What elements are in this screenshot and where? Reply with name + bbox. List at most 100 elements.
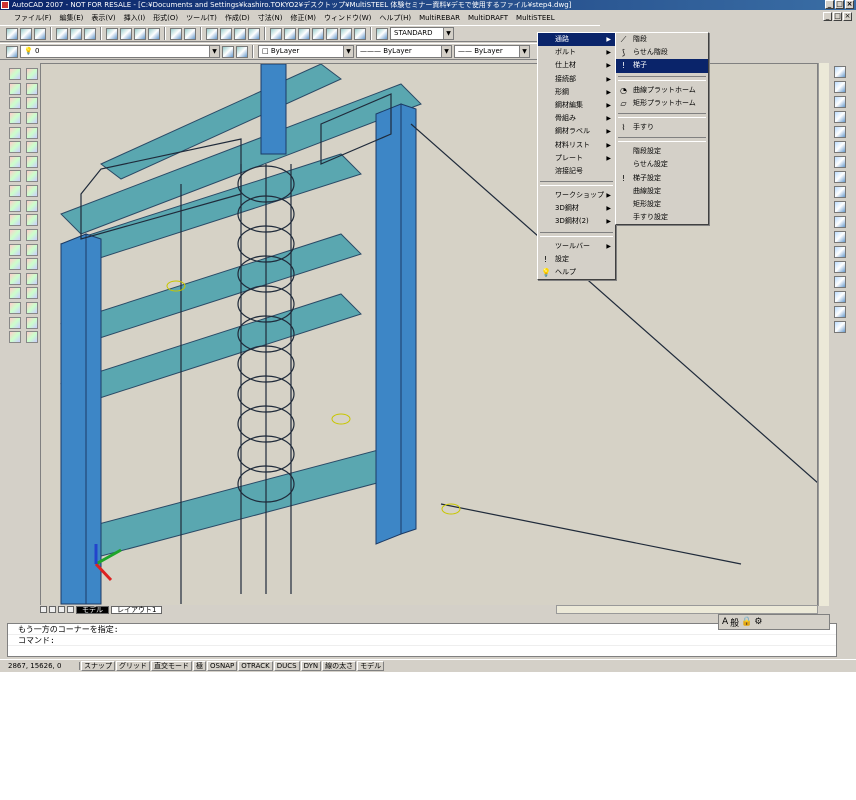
submenu-item-spiral-settings[interactable]: らせん設定 — [616, 158, 708, 171]
submenu-item-rect-platform[interactable]: ▱ 矩形プラットホーム — [616, 97, 708, 110]
menu-item-frame[interactable]: 骨組み ▶ — [538, 112, 615, 125]
doc-close-button[interactable]: × — [843, 12, 852, 21]
spline-icon[interactable] — [9, 185, 21, 197]
open-icon[interactable] — [20, 27, 32, 40]
save-icon[interactable] — [34, 27, 46, 40]
sheet-set-icon[interactable] — [312, 27, 324, 40]
menu-item-3d-steel[interactable]: 3D鋼材 ▶ — [538, 202, 615, 215]
redo-icon[interactable] — [184, 27, 196, 40]
steel-beam-icon[interactable] — [26, 316, 38, 329]
table-icon[interactable] — [9, 316, 21, 329]
menu-multidraft[interactable]: MultiDRAFT — [464, 12, 512, 24]
ducs-toggle[interactable]: DUCS — [273, 660, 300, 671]
steel-tool-16-icon[interactable] — [834, 291, 846, 303]
copy-object-icon[interactable] — [26, 97, 38, 110]
tool-palettes-icon[interactable] — [298, 27, 310, 40]
layer-manager-icon[interactable] — [6, 45, 18, 58]
menu-item-section[interactable]: 形鋼 ▶ — [538, 86, 615, 99]
menu-item-material-list[interactable]: 材料リスト ▶ — [538, 139, 615, 152]
layer-combo[interactable]: 💡 0 ▼ — [20, 45, 220, 58]
steel-tool-2-icon[interactable] — [834, 81, 846, 93]
stretch-icon[interactable] — [26, 185, 38, 197]
linetype-combo[interactable]: ——— ByLayer ▼ — [356, 45, 452, 58]
vertical-scrollbar[interactable] — [818, 63, 829, 606]
mtext-icon[interactable] — [9, 331, 21, 344]
osnap-toggle[interactable]: OSNAP — [207, 660, 238, 671]
pan-icon[interactable] — [206, 27, 218, 40]
region-icon[interactable] — [9, 302, 21, 315]
paste-icon[interactable] — [134, 27, 146, 40]
mirror-icon[interactable] — [26, 111, 38, 124]
steel-tool-14-icon[interactable] — [834, 261, 846, 273]
menu-modify[interactable]: 修正(M) — [286, 12, 320, 24]
zoom-previous-icon[interactable] — [248, 27, 260, 40]
lock-icon[interactable]: 🔒 — [741, 617, 752, 627]
steel-tool-11-icon[interactable] — [834, 216, 846, 228]
polar-toggle[interactable]: 極 — [193, 660, 206, 671]
arc-icon[interactable] — [9, 141, 21, 154]
command-prompt[interactable]: コマンド: — [8, 635, 836, 646]
menu-item-workshop[interactable]: ワークショップ ▶ — [538, 189, 615, 202]
submenu-item-stairs-settings[interactable]: 階段設定 — [616, 145, 708, 158]
insert-block-icon[interactable] — [9, 228, 21, 241]
design-center-icon[interactable] — [284, 27, 296, 40]
menu-item-toolbar[interactable]: ツールバー ▶ — [538, 240, 615, 253]
menu-item-steel-label[interactable]: 鋼材ラベル ▶ — [538, 125, 615, 138]
help-icon[interactable] — [354, 27, 366, 40]
rotate-icon[interactable] — [26, 155, 38, 168]
menu-help[interactable]: ヘルプ(H) — [375, 12, 415, 24]
menu-item-plate[interactable]: プレート ▶ — [538, 152, 615, 165]
markup-icon[interactable] — [326, 27, 338, 40]
menu-multisteel[interactable]: MultiSTEEL — [512, 12, 559, 24]
join-icon[interactable] — [26, 243, 38, 256]
break-icon[interactable] — [26, 228, 38, 241]
zoom-realtime-icon[interactable] — [220, 27, 232, 40]
steel-tool-15-icon[interactable] — [834, 276, 846, 288]
text-style-combo[interactable]: STANDARD ▼ — [390, 27, 454, 40]
otrack-toggle[interactable]: OTRACK — [238, 660, 273, 671]
steel-tool-13-icon[interactable] — [834, 246, 846, 258]
gradient-icon[interactable] — [9, 287, 21, 300]
lineweight-toggle[interactable]: 線の太さ — [322, 660, 357, 671]
tab-layout1[interactable]: レイアウト1 — [111, 605, 163, 614]
snap-toggle[interactable]: スナップ — [81, 660, 115, 671]
grid-toggle[interactable]: グリッド — [116, 660, 150, 671]
color-combo[interactable]: □ ByLayer ▼ — [258, 45, 354, 58]
fillet-icon[interactable] — [26, 272, 38, 285]
circle-icon[interactable] — [9, 155, 21, 168]
maximize-button[interactable]: □ — [835, 0, 844, 9]
steel-plate-icon[interactable] — [26, 331, 38, 344]
steel-tool-3-icon[interactable] — [834, 96, 846, 108]
steel-tool-17-icon[interactable] — [834, 306, 846, 318]
menu-item-connection[interactable]: 接続部 ▶ — [538, 73, 615, 86]
prev-tab-button[interactable] — [49, 606, 56, 613]
match-properties-icon[interactable] — [148, 27, 160, 40]
annotation-scale-icon[interactable]: A — [722, 617, 728, 627]
dyn-toggle[interactable]: DYN — [300, 660, 322, 671]
horizontal-scrollbar[interactable] — [556, 605, 818, 614]
publish-icon[interactable] — [84, 27, 96, 40]
menu-item-3d-steel-2[interactable]: 3D鋼材(2) ▶ — [538, 215, 615, 228]
menu-tools[interactable]: ツール(T) — [182, 12, 221, 24]
model-toggle[interactable]: モデル — [357, 660, 385, 671]
minimize-button[interactable]: _ — [825, 0, 834, 9]
ortho-toggle[interactable]: 直交モード — [151, 660, 192, 671]
menu-item-help[interactable]: 💡 ヘルプ — [538, 266, 615, 279]
menu-dimension[interactable]: 寸法(N) — [254, 12, 287, 24]
menu-item-bolt[interactable]: ボルト ▶ — [538, 46, 615, 59]
menu-item-steel-edit[interactable]: 鋼材編集 ▶ — [538, 99, 615, 112]
menu-insert[interactable]: 挿入(I) — [120, 12, 150, 24]
scale-icon[interactable] — [26, 170, 38, 183]
move-icon[interactable] — [26, 68, 38, 80]
app-icon[interactable] — [1, 1, 9, 9]
submenu-item-handrail-settings[interactable]: 手すり設定 — [616, 211, 708, 224]
properties-icon[interactable] — [270, 27, 282, 40]
steel-ladder-icon[interactable] — [26, 302, 38, 315]
offset-icon[interactable] — [26, 126, 38, 139]
menu-item-settings[interactable]: ǃ 設定 — [538, 253, 615, 266]
ellipse-icon[interactable] — [9, 199, 21, 212]
annotation-visibility-icon[interactable]: 般 — [730, 616, 739, 629]
menu-window[interactable]: ウィンドウ(W) — [320, 12, 375, 24]
menu-edit[interactable]: 編集(E) — [56, 12, 88, 24]
menu-view[interactable]: 表示(V) — [87, 12, 119, 24]
